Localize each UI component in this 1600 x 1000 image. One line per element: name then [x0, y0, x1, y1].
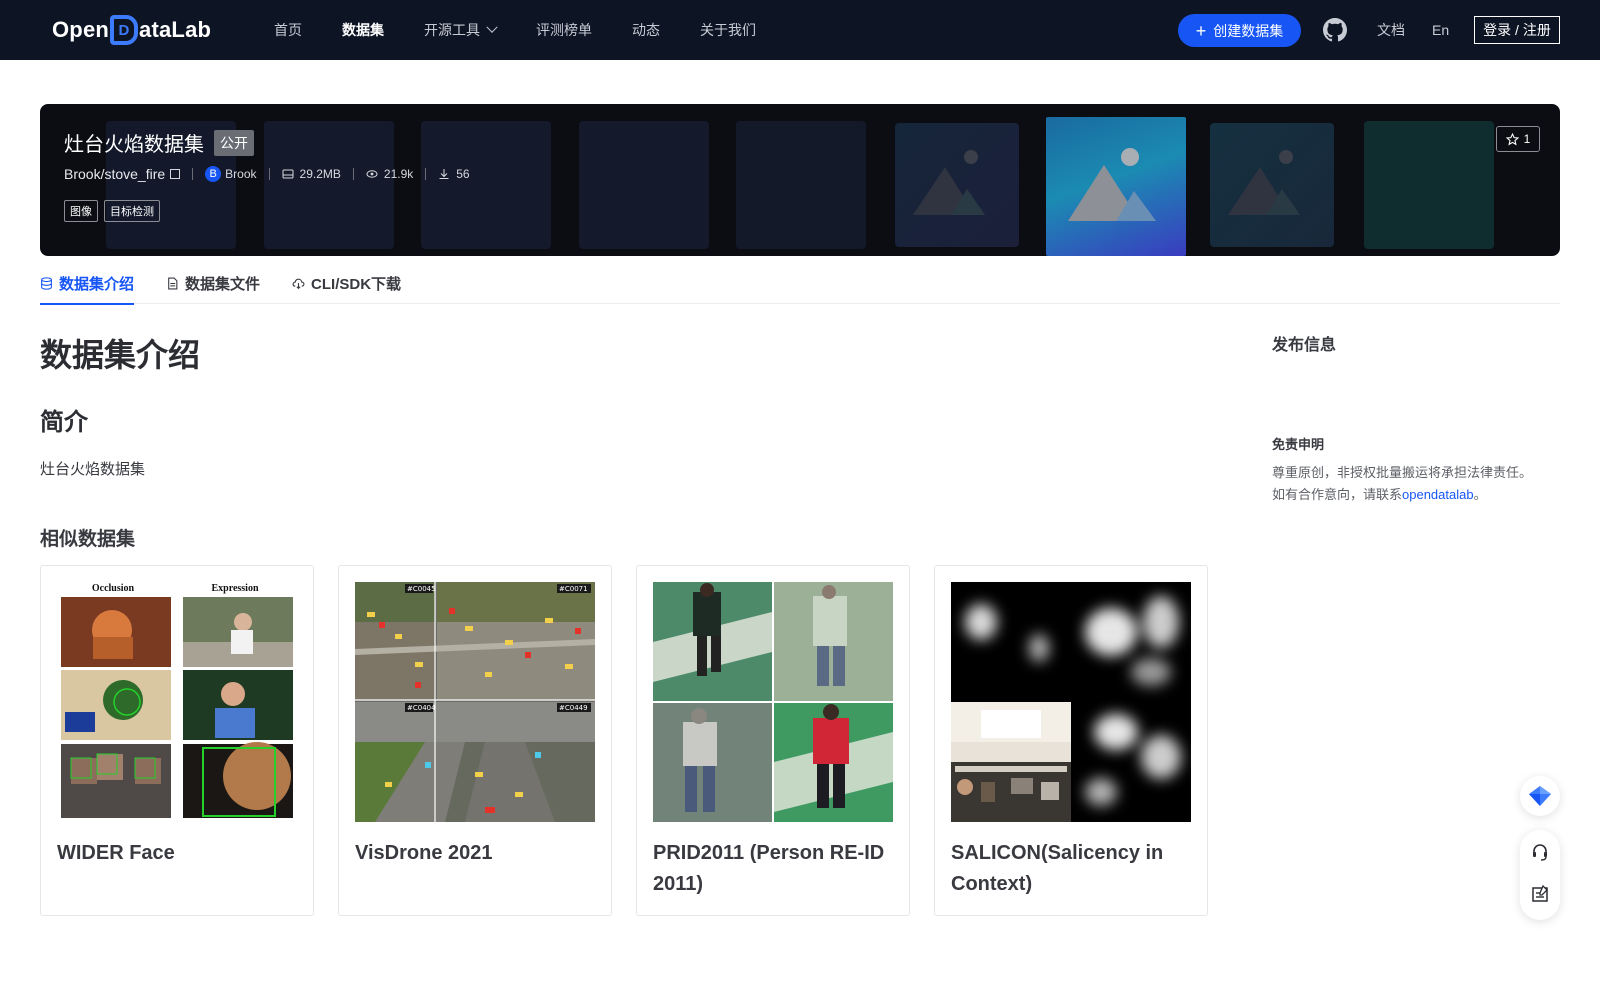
- nav-datasets[interactable]: 数据集: [342, 20, 384, 40]
- star-count: 1: [1523, 132, 1531, 146]
- visibility-badge: 公开: [214, 129, 254, 156]
- similar-dataset-name[interactable]: PRID2011 (Person RE-ID 2011): [653, 838, 897, 900]
- banner-thumb: [579, 121, 709, 249]
- view-count: 21.9k: [383, 167, 414, 181]
- visdrone-label: #C0404: [407, 704, 436, 712]
- dataset-cover-image: Occlusion Expression: [57, 582, 297, 822]
- tab-dataset-intro[interactable]: 数据集介绍: [40, 262, 135, 305]
- download-icon: [439, 169, 449, 179]
- tab-cli-sdk[interactable]: CLI/SDK下载: [292, 262, 401, 304]
- nav-news[interactable]: 动态: [632, 20, 660, 40]
- logo-text-open: Open: [52, 17, 110, 42]
- nav-open-tools-label: 开源工具: [424, 22, 480, 38]
- nav-home[interactable]: 首页: [274, 20, 302, 40]
- cloud-download-icon: [292, 278, 305, 289]
- section-title: 数据集介绍: [40, 337, 201, 373]
- floating-toolbar: [1520, 830, 1560, 920]
- similar-dataset-name[interactable]: SALICON(Salicency in Context): [951, 838, 1195, 900]
- dataset-path: Brook/stove_fire: [64, 166, 166, 182]
- image-placeholder-icon: [895, 123, 1019, 247]
- download-count: 56: [456, 167, 470, 181]
- disclaimer-title: 免责申明: [1272, 437, 1325, 452]
- language-switch[interactable]: En: [1432, 0, 1449, 60]
- banner-title-row: 灶台火焰数据集 公开: [64, 128, 254, 157]
- docs-link[interactable]: 文档: [1377, 0, 1405, 60]
- top-navbar: Open DataLab 首页 数据集 开源工具 评测榜单 动态 关于我们 + 创建…: [0, 0, 1600, 60]
- publish-info-heading: 发布信息: [1272, 337, 1337, 354]
- banner-thumb: [736, 121, 866, 249]
- author-name[interactable]: Brook: [225, 167, 256, 181]
- headset-icon[interactable]: [1530, 842, 1550, 862]
- similar-dataset-name[interactable]: VisDrone 2021: [355, 838, 599, 869]
- meta-divider: [192, 168, 194, 180]
- similar-dataset-card[interactable]: PRID2011 (Person RE-ID 2011): [636, 565, 910, 916]
- intro-heading: 简介: [40, 409, 88, 436]
- main-nav: 首页 数据集 开源工具 评测榜单 动态 关于我们: [274, 0, 796, 60]
- logo-text-atalab: ataLab: [139, 17, 212, 42]
- github-icon[interactable]: [1323, 18, 1347, 42]
- nav-open-tools[interactable]: 开源工具: [424, 20, 498, 40]
- dataset-cover-image: [951, 582, 1191, 822]
- banner-thumb: [264, 121, 394, 249]
- create-dataset-button[interactable]: + 创建数据集: [1178, 14, 1301, 47]
- image-placeholder-icon: [1046, 117, 1186, 256]
- file-icon: [168, 277, 178, 289]
- create-dataset-label: 创建数据集: [1213, 22, 1284, 39]
- wider-label-expression: Expression: [211, 583, 258, 594]
- nav-leaderboard[interactable]: 评测榜单: [536, 20, 592, 40]
- star-button[interactable]: 1: [1496, 126, 1540, 152]
- tab-dataset-intro-label: 数据集介绍: [59, 275, 135, 293]
- floating-assistant-button[interactable]: [1520, 776, 1560, 816]
- disclaimer-prefix: 如有合作意向，请联系: [1272, 487, 1403, 502]
- meta-divider: [352, 168, 354, 180]
- disclaimer-line-1: 尊重原创，非授权批量搬运将承担法律责任。: [1272, 465, 1533, 480]
- tag-object-detection[interactable]: 目标检测: [104, 200, 160, 222]
- star-icon: [1505, 132, 1519, 145]
- similar-dataset-card[interactable]: #C0045 #C0071 #C0404 #C0449 VisDrone 202…: [338, 565, 612, 916]
- dataset-meta: Brook/stove_fire B Brook 29.2MB 21.9k 56: [64, 166, 470, 182]
- visdrone-label: #C0449: [559, 704, 588, 712]
- author-avatar[interactable]: B: [205, 166, 222, 182]
- similar-dataset-name[interactable]: WIDER Face: [57, 838, 301, 869]
- eye-icon: [366, 170, 378, 178]
- tab-dataset-files-label: 数据集文件: [185, 275, 261, 293]
- banner-thumb: [421, 121, 551, 249]
- storage-icon: [282, 169, 294, 179]
- dataset-cover-image: [653, 582, 893, 822]
- similar-dataset-card[interactable]: Occlusion Expression WIDER Face: [40, 565, 314, 916]
- opendatalab-logo[interactable]: Open DataLab: [52, 14, 211, 46]
- diamond-logo-icon: [1529, 786, 1551, 806]
- nav-about[interactable]: 关于我们: [700, 20, 756, 40]
- chevron-down-icon: [486, 21, 498, 33]
- disclaimer-line-2: 如有合作意向，请联系opendatalab。: [1272, 484, 1562, 506]
- disclaimer-suffix: 。: [1473, 487, 1487, 502]
- visdrone-label: #C0045: [407, 585, 436, 593]
- feedback-icon[interactable]: [1530, 884, 1550, 904]
- login-register-button[interactable]: 登录 / 注册: [1474, 16, 1560, 44]
- similar-dataset-card[interactable]: SALICON(Salicency in Context): [934, 565, 1208, 916]
- logo-d-mark: D: [110, 15, 139, 45]
- disclaimer-text: 尊重原创，非授权批量搬运将承担法律责任。 如有合作意向，请联系opendatal…: [1272, 462, 1562, 506]
- dataset-size: 29.2MB: [299, 167, 341, 181]
- banner-thumb: [1364, 121, 1494, 249]
- tab-dataset-files[interactable]: 数据集文件: [166, 262, 260, 304]
- copy-icon[interactable]: [170, 169, 181, 179]
- image-placeholder-icon: [1210, 123, 1334, 247]
- similar-datasets-heading: 相似数据集: [40, 529, 136, 550]
- database-icon: [41, 276, 52, 290]
- dataset-banner: 灶台火焰数据集 公开 Brook/stove_fire B Brook 29.2…: [40, 104, 1560, 256]
- tag-image[interactable]: 图像: [64, 200, 98, 222]
- dataset-cover-image: #C0045 #C0071 #C0404 #C0449: [355, 582, 595, 822]
- intro-text: 灶台火焰数据集: [40, 461, 146, 478]
- wider-label-occlusion: Occlusion: [92, 583, 135, 594]
- dataset-title: 灶台火焰数据集: [64, 134, 204, 156]
- dataset-tabs: 数据集介绍 数据集文件 CLI/SDK下载: [40, 262, 1560, 305]
- meta-divider: [425, 168, 427, 180]
- dataset-tags: 图像 目标检测: [64, 200, 166, 222]
- meta-divider: [268, 168, 270, 180]
- visdrone-label: #C0071: [559, 585, 588, 593]
- opendatalab-contact-link[interactable]: opendatalab: [1402, 487, 1474, 502]
- tab-cli-sdk-label: CLI/SDK下载: [311, 275, 402, 293]
- plus-icon: +: [1195, 20, 1207, 41]
